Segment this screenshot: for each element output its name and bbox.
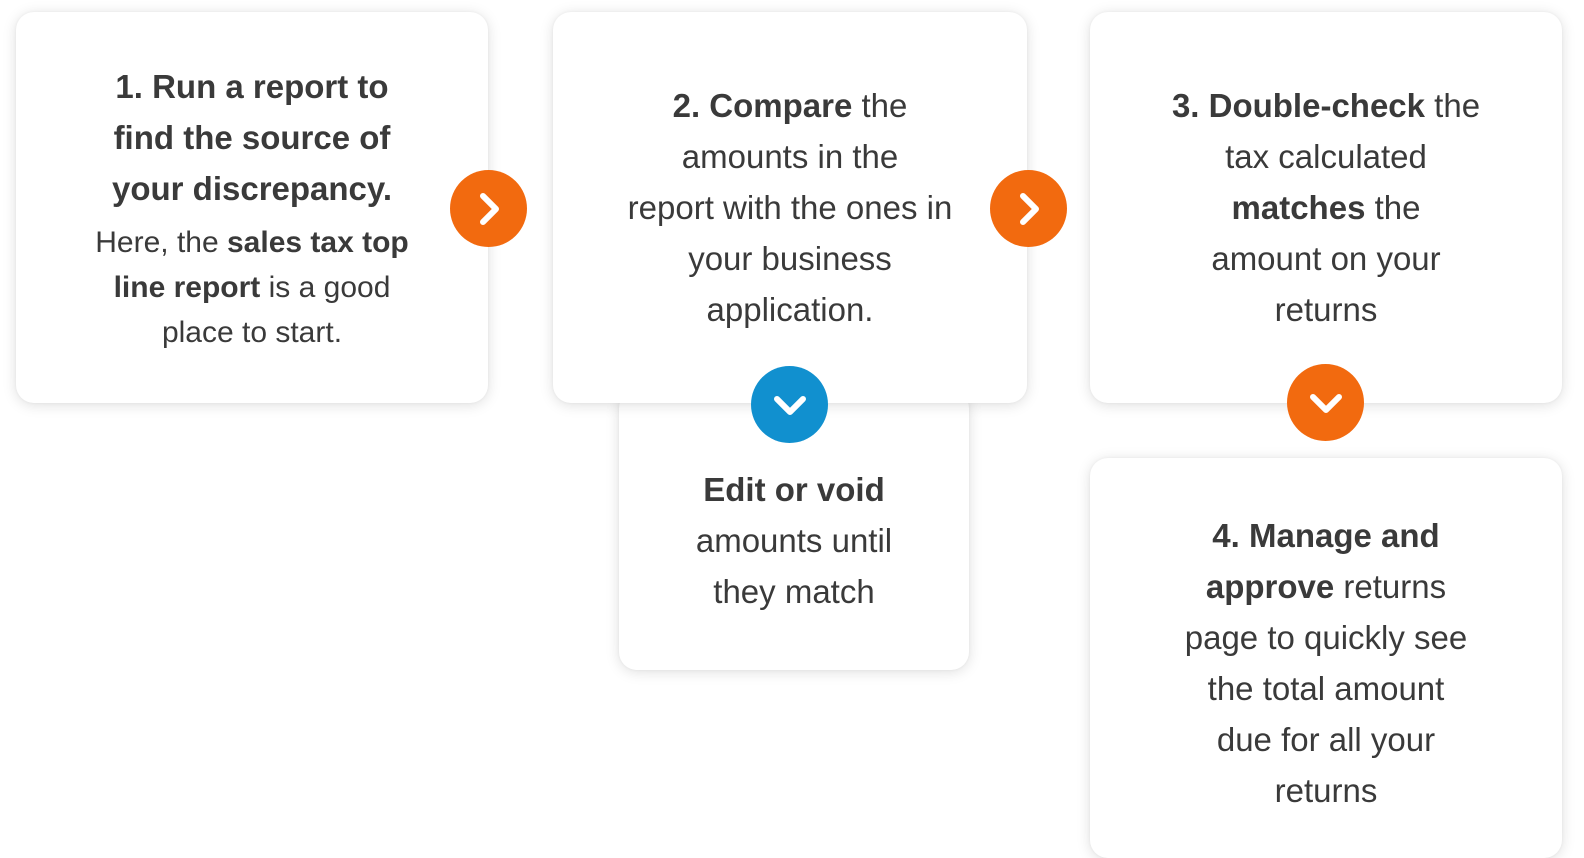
chevron-right-icon	[450, 170, 527, 247]
step-2-text: 2. Compare the amounts in the report wit…	[627, 87, 953, 328]
step-1-card: 1. Run a report to find the source of yo…	[16, 12, 488, 403]
step-1-description: Here, the sales tax top line report is a…	[95, 225, 409, 349]
chevron-down-icon	[1287, 364, 1364, 441]
step-1-title: 1. Run a report to find the source of yo…	[111, 67, 392, 207]
chevron-right-icon	[990, 170, 1067, 247]
edit-or-void-text: Edit or void amounts until they match	[695, 470, 893, 610]
step-4-text: 4. Manage and approve returns page to qu…	[1184, 517, 1468, 809]
chevron-down-icon	[751, 366, 828, 443]
step-3-card: 3. Double-check the tax calculated match…	[1090, 12, 1562, 403]
step-4-card: 4. Manage and approve returns page to qu…	[1090, 458, 1562, 858]
step-2-card: 2. Compare the amounts in the report wit…	[553, 12, 1027, 403]
step-3-text: 3. Double-check the tax calculated match…	[1171, 87, 1481, 328]
